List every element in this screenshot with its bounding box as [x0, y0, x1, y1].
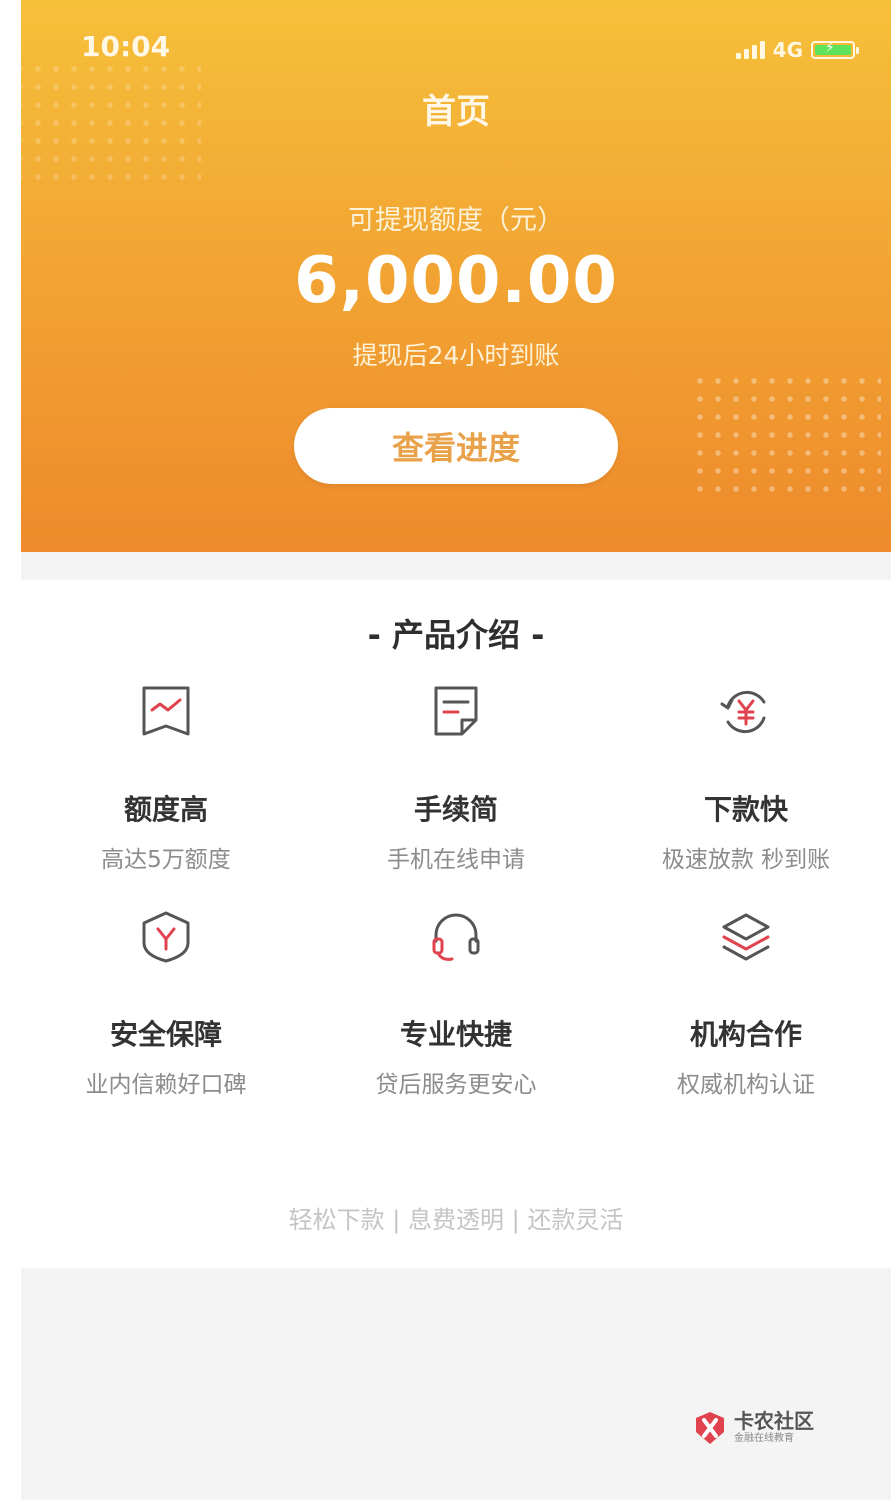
yuan-refresh-icon: [720, 690, 766, 734]
feature-subtitle: 极速放款 秒到账: [661, 847, 831, 873]
status-time: 10:04: [81, 30, 171, 63]
headset-icon: [432, 913, 480, 961]
status-indicators: 4G ⚡: [735, 38, 859, 62]
footer-area: [21, 1268, 891, 1500]
decorative-dots: [691, 372, 881, 502]
battery-icon: ⚡: [811, 40, 859, 59]
section-divider: [21, 552, 891, 580]
document-icon: [434, 686, 478, 736]
feature-subtitle: 高达5万额度: [101, 847, 231, 873]
chart-flag-icon: [142, 686, 190, 736]
feature-item: 手续简 手机在线申请: [311, 684, 601, 874]
view-progress-button[interactable]: 查看进度: [294, 408, 618, 484]
shield-icon: [142, 911, 190, 963]
feature-title: 专业快捷: [399, 1018, 512, 1051]
watermark-logo-icon: [696, 1412, 724, 1444]
feature-title: 下款快: [703, 793, 788, 826]
layers-icon: [722, 913, 770, 961]
feature-item: 机构合作 权威机构认证: [601, 909, 891, 1099]
network-label: 4G: [772, 38, 803, 62]
section-title: - 产品介绍 -: [367, 616, 545, 654]
feature-item: 额度高 高达5万额度: [21, 684, 311, 874]
feature-item: 专业快捷 贷后服务更安心: [311, 909, 601, 1099]
watermark-text: 卡农社区 金融在线教育: [734, 1410, 814, 1446]
arrival-note: 提现后24小时到账: [352, 341, 560, 370]
header-banner: 10:04 4G ⚡ 首页 可提现额度（元） 6,000.00 提现后24小时到…: [21, 0, 891, 552]
feature-title: 额度高: [123, 793, 208, 826]
phone-screen: 10:04 4G ⚡ 首页 可提现额度（元） 6,000.00 提现后24小时到…: [21, 0, 891, 1500]
slogan: 轻松下款 | 息费透明 | 还款灵活: [288, 1206, 624, 1234]
feature-subtitle: 权威机构认证: [677, 1072, 815, 1098]
withdrawable-amount: 6,000.00: [294, 244, 618, 318]
feature-subtitle: 业内信赖好口碑: [85, 1072, 247, 1098]
page-title: 首页: [422, 92, 490, 132]
watermark: 卡农社区 金融在线教育: [692, 1410, 814, 1446]
feature-title: 手续简: [413, 793, 498, 826]
feature-subtitle: 贷后服务更安心: [375, 1072, 537, 1098]
feature-title: 机构合作: [689, 1018, 802, 1051]
amount-label: 可提现额度（元）: [348, 205, 564, 236]
signal-icon: [735, 41, 765, 59]
feature-title: 安全保障: [109, 1018, 222, 1051]
feature-item: 安全保障 业内信赖好口碑: [21, 909, 311, 1099]
watermark-name: 卡农社区: [734, 1409, 814, 1433]
feature-item: 下款快 极速放款 秒到账: [601, 684, 891, 874]
watermark-tagline: 金融在线教育: [734, 1433, 794, 1444]
feature-subtitle: 手机在线申请: [387, 847, 525, 873]
